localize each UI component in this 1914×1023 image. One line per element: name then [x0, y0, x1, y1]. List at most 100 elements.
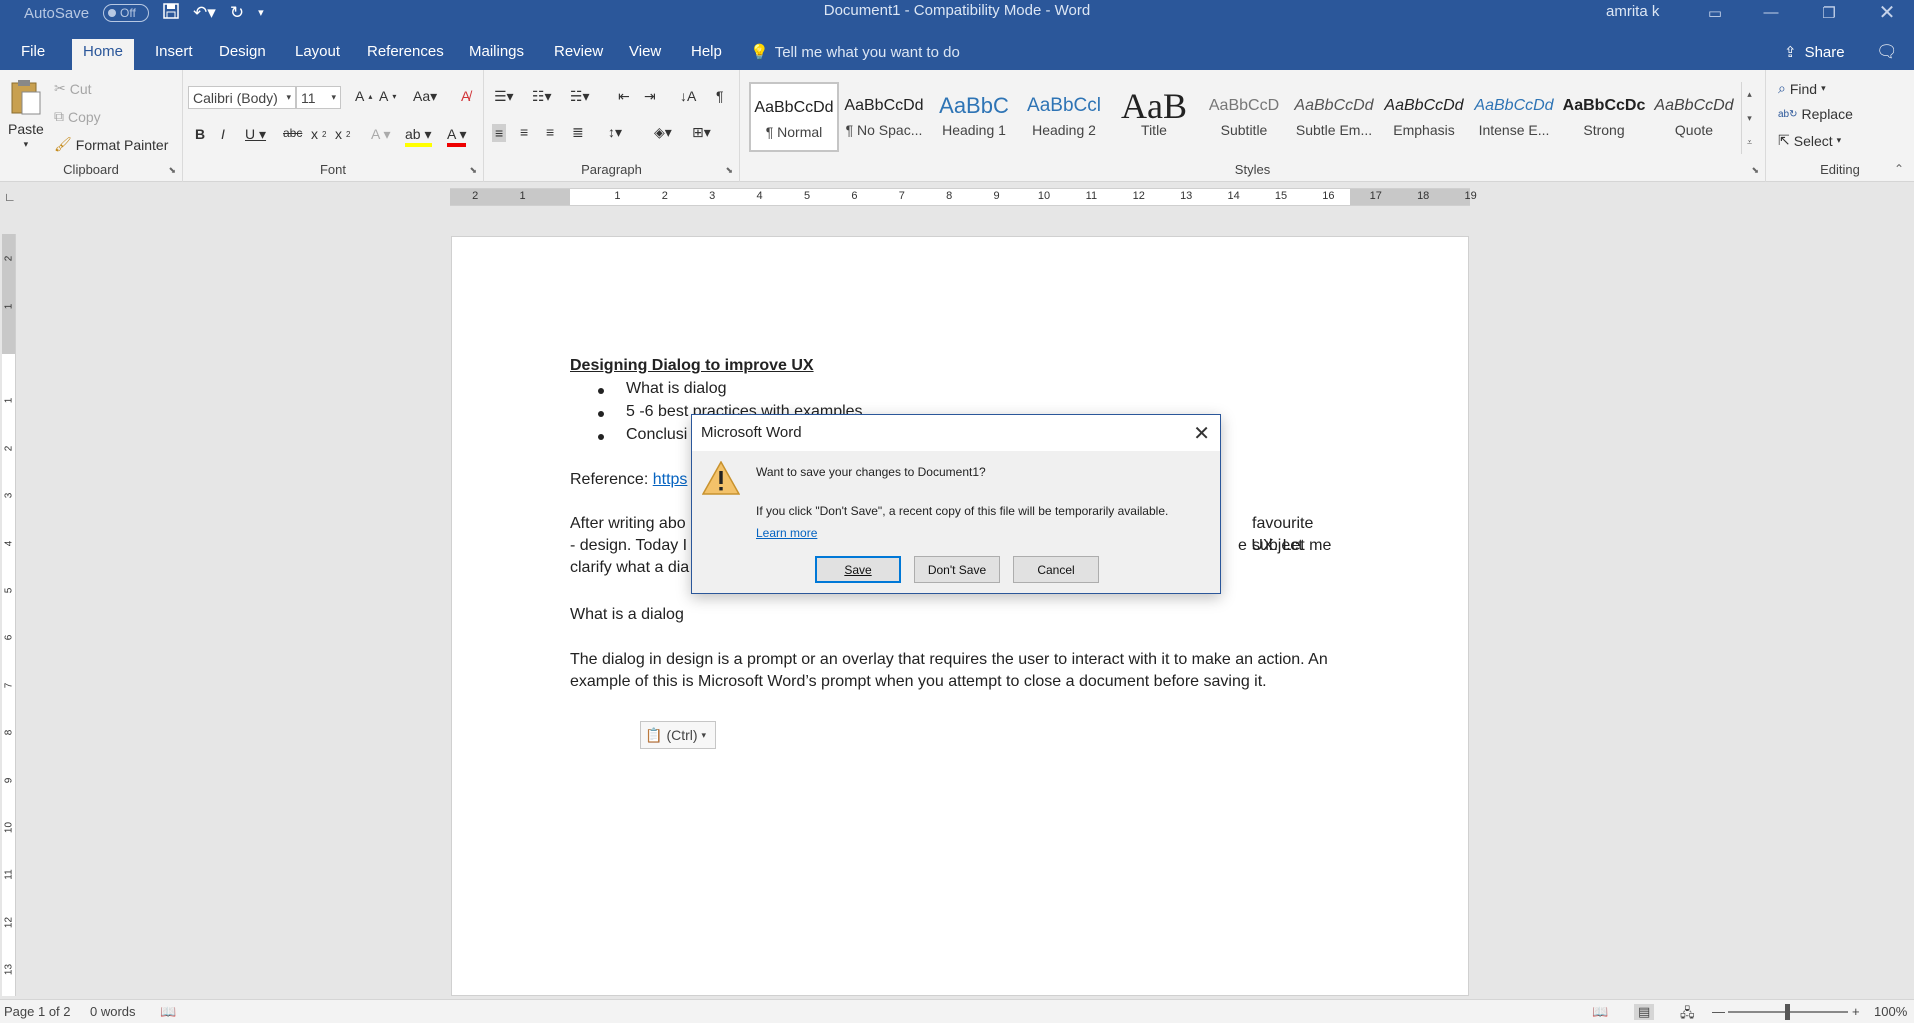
- dialog-launcher-icon[interactable]: ⬊: [725, 165, 733, 176]
- dialog-launcher-icon[interactable]: ⬊: [469, 165, 477, 176]
- align-center-icon[interactable]: ≡: [520, 124, 528, 140]
- clear-formatting-icon[interactable]: A̸: [461, 88, 470, 104]
- tab-file[interactable]: File: [10, 39, 56, 70]
- bold-icon[interactable]: B: [195, 126, 205, 142]
- format-painter-button[interactable]: 🖌 Format Painter: [54, 136, 168, 153]
- minimize-icon[interactable]: —: [1748, 0, 1794, 25]
- zoom-slider-thumb[interactable]: [1785, 1004, 1790, 1020]
- print-layout-icon[interactable]: ▤: [1634, 1004, 1655, 1020]
- style-quote[interactable]: AaBbCcDd Quote: [1649, 82, 1739, 152]
- decrease-indent-icon[interactable]: ⇤: [618, 88, 630, 105]
- tab-home[interactable]: Home: [72, 39, 135, 70]
- tab-help[interactable]: Help: [680, 39, 733, 70]
- underline-icon[interactable]: U ▾: [245, 126, 266, 143]
- horizontal-ruler[interactable]: 2 1 1 2 3 4 5 6 7 8 9 10 11 12 13 14 15 16 17 18 19: [450, 188, 1477, 206]
- grow-font-icon[interactable]: A ▴: [355, 88, 372, 104]
- bullets-icon[interactable]: ☰▾: [494, 88, 514, 105]
- ruler-tick-label: 14: [1227, 190, 1240, 202]
- style-subtle-emphasis[interactable]: AaBbCcDd Subtle Em...: [1289, 82, 1379, 152]
- align-right-icon[interactable]: ≡: [546, 124, 554, 140]
- tab-view[interactable]: View: [618, 39, 672, 70]
- zoom-out-icon[interactable]: —: [1712, 1004, 1725, 1019]
- tab-references[interactable]: References: [356, 39, 455, 70]
- ribbon-display-options-icon[interactable]: ▭: [1692, 0, 1738, 25]
- shading-icon[interactable]: ◈▾: [654, 124, 672, 141]
- subscript-icon[interactable]: x2: [311, 126, 326, 142]
- select-button[interactable]: ⇱ Select ▾: [1778, 132, 1841, 149]
- style-no-spacing[interactable]: AaBbCcDd ¶ No Spac...: [839, 82, 929, 152]
- maximize-icon[interactable]: ❐: [1806, 0, 1852, 25]
- chevron-down-icon[interactable]: ▾: [1747, 113, 1752, 124]
- zoom-level[interactable]: 100%: [1874, 1004, 1907, 1019]
- close-icon[interactable]: ✕: [1193, 421, 1210, 446]
- save-button[interactable]: Save: [815, 556, 901, 583]
- cut-button[interactable]: ✂ Cut: [54, 80, 92, 97]
- tab-insert[interactable]: Insert: [144, 39, 204, 70]
- cancel-button[interactable]: Cancel: [1013, 556, 1099, 583]
- dont-save-button[interactable]: Don't Save: [914, 556, 1000, 583]
- align-left-icon[interactable]: ≡: [492, 124, 507, 142]
- tab-selector-icon[interactable]: ∟: [4, 190, 16, 204]
- find-button[interactable]: ⌕ Find ▾: [1778, 80, 1826, 97]
- comments-icon[interactable]: 🗨: [1876, 42, 1898, 62]
- sort-icon[interactable]: ↓A: [680, 88, 696, 104]
- pilcrow-icon[interactable]: ¶: [716, 88, 724, 104]
- tab-review[interactable]: Review: [543, 39, 614, 70]
- close-window-icon[interactable]: ✕: [1864, 0, 1910, 25]
- font-name-combo[interactable]: Calibri (Body) ▾: [188, 86, 296, 109]
- more-icon[interactable]: ⩡: [1747, 137, 1752, 148]
- styles-gallery-scroll[interactable]: ▴ ▾ ⩡: [1741, 82, 1757, 154]
- italic-icon[interactable]: I: [221, 126, 225, 142]
- increase-indent-icon[interactable]: ⇥: [644, 88, 656, 105]
- shrink-font-icon[interactable]: A ▾: [379, 88, 396, 104]
- text-effects-icon[interactable]: A ▾: [371, 126, 390, 143]
- change-case-icon[interactable]: Aa▾: [413, 88, 437, 105]
- multilevel-list-icon[interactable]: ☵▾: [570, 88, 590, 105]
- share-button[interactable]: ⇪ Share: [1784, 43, 1845, 62]
- style-heading-1[interactable]: AaBbC Heading 1: [929, 82, 1019, 152]
- line-spacing-icon[interactable]: ↕▾: [608, 124, 622, 141]
- document-page[interactable]: Designing Dialog to improve UX What is d…: [451, 236, 1469, 996]
- style-title[interactable]: AaB Title: [1109, 82, 1199, 152]
- style-subtitle[interactable]: AaBbCcD Subtitle: [1199, 82, 1289, 152]
- borders-icon[interactable]: ⊞▾: [692, 124, 711, 141]
- page-count[interactable]: Page 1 of 2: [4, 1004, 71, 1019]
- tell-me-box[interactable]: 💡 Tell me what you want to do: [750, 43, 960, 62]
- read-mode-icon[interactable]: 📖: [1592, 1004, 1608, 1020]
- learn-more-link[interactable]: Learn more: [756, 526, 817, 540]
- copy-button[interactable]: ⧉ Copy: [54, 108, 101, 125]
- proofing-icon[interactable]: 📖: [160, 1004, 176, 1020]
- tab-layout[interactable]: Layout: [284, 39, 351, 70]
- paragraph-2: The dialog in design is a prompt or an o…: [570, 651, 1328, 690]
- zoom-in-icon[interactable]: +: [1852, 1004, 1860, 1019]
- font-color-icon[interactable]: A ▾: [447, 126, 467, 147]
- dialog-title-bar[interactable]: Microsoft Word ✕: [692, 415, 1220, 451]
- replace-button[interactable]: ab↻ Replace: [1778, 106, 1853, 122]
- justify-icon[interactable]: ≣: [572, 124, 584, 141]
- style-emphasis[interactable]: AaBbCcDd Emphasis: [1379, 82, 1469, 152]
- user-name[interactable]: amrita k: [1606, 3, 1659, 20]
- style-normal[interactable]: AaBbCcDd ¶ Normal: [749, 82, 839, 152]
- paste-options-button[interactable]: 📋 (Ctrl) ▾: [640, 721, 716, 749]
- font-size-combo[interactable]: 11 ▾: [296, 86, 341, 109]
- strikethrough-icon[interactable]: abc: [283, 126, 302, 140]
- reference-link[interactable]: https: [653, 471, 688, 488]
- style-heading-2[interactable]: AaBbCcl Heading 2: [1019, 82, 1109, 152]
- web-layout-icon[interactable]: 🖧: [1680, 1004, 1695, 1023]
- paste-button[interactable]: Paste ▾: [8, 78, 44, 150]
- vertical-ruler[interactable]: 2 1 1 2 3 4 5 6 7 8 9 10 11 12 13: [2, 234, 16, 996]
- dialog-launcher-icon[interactable]: ⬊: [168, 165, 176, 176]
- highlight-icon[interactable]: ab ▾: [405, 126, 432, 147]
- paste-options-label: (Ctrl): [666, 727, 698, 743]
- superscript-icon[interactable]: x2: [335, 126, 350, 142]
- dialog-launcher-icon[interactable]: ⬊: [1751, 165, 1759, 176]
- chevron-up-icon[interactable]: ▴: [1747, 89, 1752, 100]
- tab-mailings[interactable]: Mailings: [458, 39, 535, 70]
- word-count[interactable]: 0 words: [90, 1004, 136, 1019]
- ruler-tick-label: 5: [803, 190, 811, 202]
- numbering-icon[interactable]: ☷▾: [532, 88, 552, 105]
- style-intense-emphasis[interactable]: AaBbCcDd Intense E...: [1469, 82, 1559, 152]
- collapse-ribbon-icon[interactable]: ⌃: [1894, 162, 1904, 176]
- style-strong[interactable]: AaBbCcDc Strong: [1559, 82, 1649, 152]
- tab-design[interactable]: Design: [208, 39, 277, 70]
